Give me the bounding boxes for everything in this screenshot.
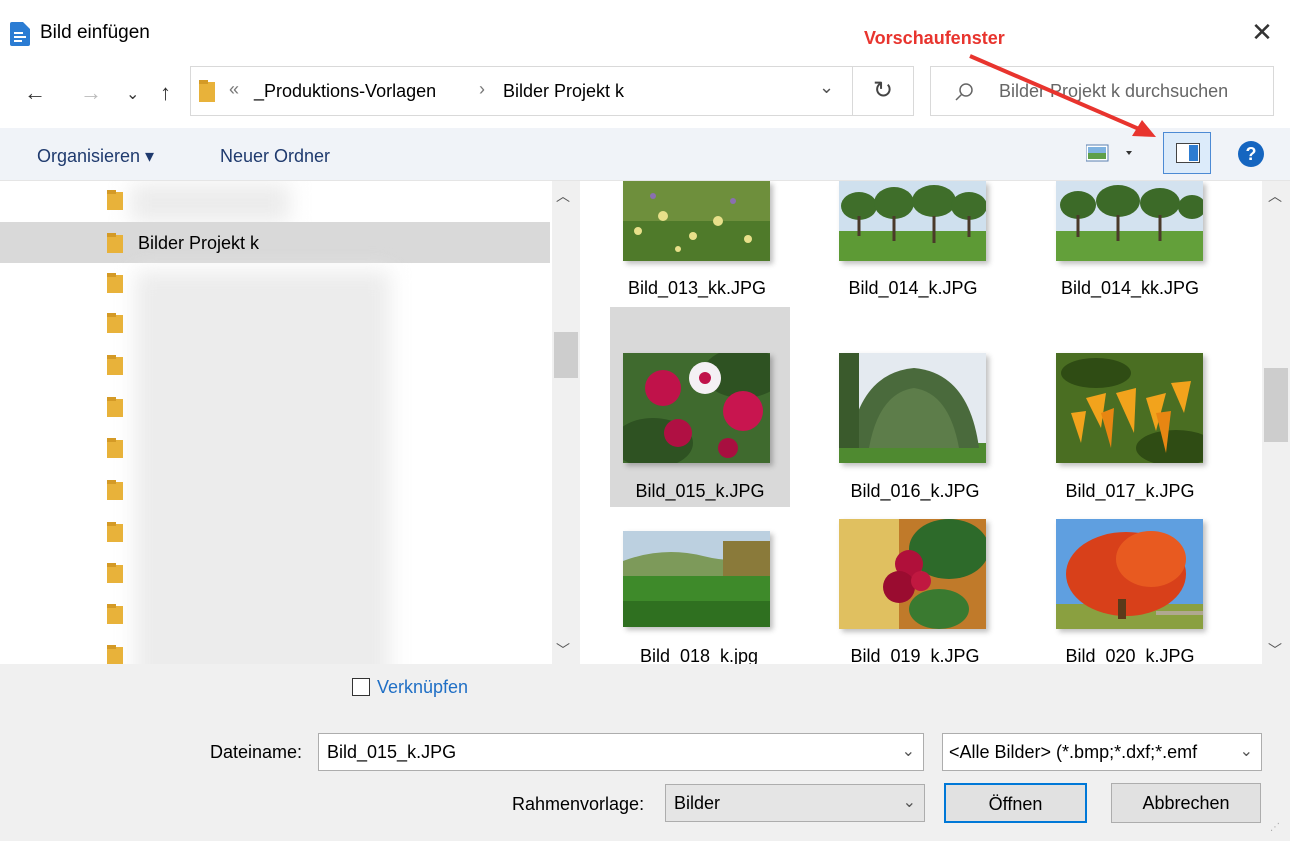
breadcrumb-segment[interactable]: Bilder Projekt k [503,81,624,102]
filename-value[interactable]: Bild_015_k.JPG [327,742,456,762]
address-bar[interactable]: « _Produktions-Vorlagen › Bilder Projekt… [190,66,853,116]
blurred-folder-names [135,271,390,664]
filename-input[interactable]: Bild_015_k.JPG ⌄ [318,733,924,771]
folder-icon [107,397,123,417]
annotation-arrow-preview [969,54,1156,137]
file-thumbnail[interactable] [1056,353,1203,463]
frame-style-value[interactable]: Bilder [674,793,720,813]
filetype-value[interactable]: <Alle Bilder> (*.bmp;*.dxf;*.emf [949,742,1197,762]
file-name[interactable]: Bild_016_k.JPG [820,481,1010,502]
folder-icon [107,604,123,624]
resize-grip-icon[interactable]: ⋰ [1270,822,1284,836]
chevron-down-icon[interactable]: ⌄ [1235,734,1253,770]
folder-icon [107,480,123,500]
organize-button[interactable]: Organisieren ▾ [37,146,154,167]
file-thumbnail[interactable] [1056,519,1203,629]
preview-pane-icon [1176,143,1200,163]
file-name[interactable]: Bild_013_kk.JPG [602,278,792,299]
file-thumbnail[interactable] [623,181,770,261]
file-thumbnail[interactable] [1056,181,1203,261]
file-view[interactable]: Bild_013_kk.JPG Bild_014_k.JPG Bild_014_… [580,181,1262,664]
recent-locations-icon[interactable]: ⌄ [126,84,139,104]
breadcrumb-overflow-icon[interactable]: « [229,79,239,100]
file-name[interactable]: Bild_015_k.JPG [605,481,795,502]
open-button[interactable]: Öffnen [944,783,1087,823]
file-name[interactable]: Bild_018_k.jpg [604,646,794,664]
app-icon [10,22,30,46]
scroll-up-icon[interactable]: ︿ [1268,186,1282,206]
breadcrumb-segment[interactable]: _Produktions-Vorlagen [254,81,436,102]
folder-icon [107,273,123,293]
preview-pane-button[interactable] [1163,132,1211,174]
new-folder-button[interactable]: Neuer Ordner [220,146,330,167]
chevron-down-icon[interactable]: ⌄ [903,785,916,821]
scroll-down-icon[interactable]: ﹀ [1268,640,1282,660]
close-button[interactable]: ✕ [1245,14,1279,50]
folder-icon [107,313,123,333]
link-checkbox[interactable] [352,678,370,696]
filename-label: Dateiname: [210,742,303,762]
folder-icon [107,645,123,665]
annotation-label: Vorschaufenster [864,28,1005,48]
folder-icon [107,522,123,542]
folder-icon [107,563,123,583]
scroll-down-icon[interactable]: ﹀ [556,640,570,660]
file-name[interactable]: Bild_014_k.JPG [818,278,1008,299]
folder-icon [107,233,123,253]
frame-style-select[interactable]: Bilder ⌄ [665,784,925,822]
forward-arrow-icon[interactable]: → [80,80,102,106]
file-name[interactable]: Bild_020_k.JPG [1035,646,1225,664]
file-name[interactable]: Bild_014_kk.JPG [1035,278,1225,299]
file-name[interactable]: Bild_019_k.JPG [820,646,1010,664]
up-arrow-icon[interactable]: ↑ [160,80,171,106]
navigation-pane[interactable]: Bilder Projekt k [0,181,580,664]
nav-pane-scrollbar[interactable] [552,181,580,664]
window-title: Bild einfügen [40,22,150,43]
tree-item-selected[interactable] [0,222,550,263]
scroll-up-icon[interactable]: ︿ [556,186,570,206]
blurred-folder-name [130,183,290,223]
file-thumbnail[interactable] [839,181,986,261]
help-button[interactable]: ? [1238,141,1264,167]
file-thumbnail[interactable] [623,353,770,463]
folder-icon [107,355,123,375]
file-name[interactable]: Bild_017_k.JPG [1035,481,1225,502]
refresh-button[interactable]: ↻ [853,66,914,116]
tree-item-label[interactable]: Bilder Projekt k [138,233,259,254]
folder-icon [199,80,215,107]
file-thumbnail[interactable] [839,519,986,629]
nav-pane-scrollbar-thumb[interactable] [554,332,578,378]
folder-icon [107,190,123,210]
cancel-button[interactable]: Abbrechen [1111,783,1261,823]
file-view-scrollbar-thumb[interactable] [1264,368,1288,442]
frame-style-label: Rahmenvorlage: [512,794,645,814]
link-checkbox-label[interactable]: Verknüpfen [377,677,468,698]
address-dropdown-icon[interactable]: ⌄ [819,77,834,98]
chevron-down-icon[interactable]: ⌄ [902,734,915,770]
breadcrumb-separator-icon: › [479,79,485,99]
file-thumbnail[interactable] [623,531,770,627]
filetype-select[interactable]: <Alle Bilder> (*.bmp;*.dxf;*.emf ⌄ [942,733,1262,771]
folder-icon [107,438,123,458]
file-thumbnail[interactable] [839,353,986,463]
back-arrow-icon[interactable]: ← [24,80,46,106]
